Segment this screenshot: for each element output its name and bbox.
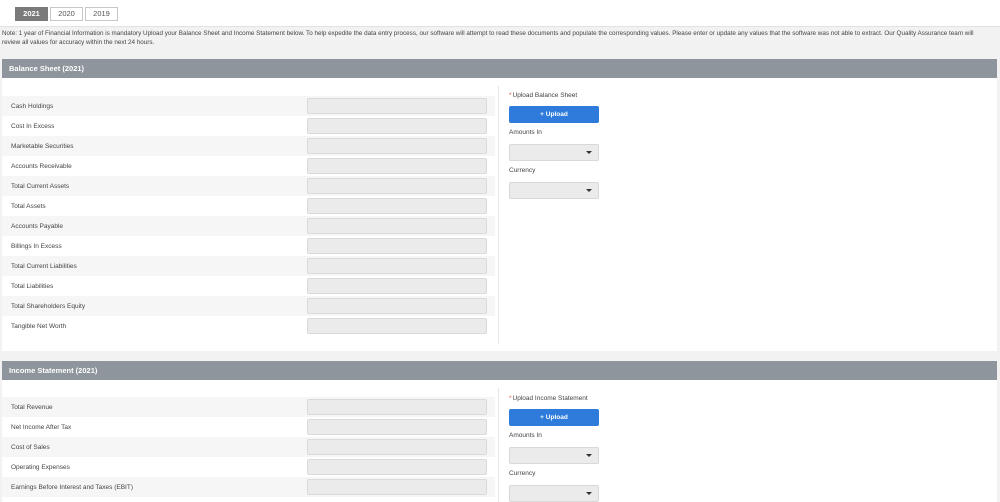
upload-income-statement-button[interactable]: + Upload (509, 409, 599, 426)
total-current-liabilities-input[interactable] (307, 258, 487, 274)
field-row-cost-of-sales: Cost of Sales (2, 437, 495, 457)
amounts-in-label: Amounts In (509, 129, 542, 136)
balance-sheet-header: Balance Sheet (2021) (2, 59, 997, 78)
tab-2020[interactable]: 2020 (50, 7, 83, 21)
total-current-assets-input[interactable] (307, 178, 487, 194)
marketable-securities-input[interactable] (307, 138, 487, 154)
income-statement-upload-panel: *Upload Income Statement + Upload Amount… (509, 395, 599, 502)
field-row-billings-in-excess: Billings In Excess (2, 236, 495, 256)
currency-select[interactable] (509, 182, 599, 199)
field-row-ebit: Earnings Before Interest and Taxes (EBIT… (2, 477, 495, 497)
field-label: Net Income After Tax (11, 423, 72, 431)
currency-label: Currency (509, 167, 536, 174)
field-label: Tangible Net Worth (11, 322, 67, 330)
field-label: Operating Expenses (11, 463, 70, 471)
column-divider (498, 86, 499, 344)
field-row-total-revenue: Total Revenue (2, 397, 495, 417)
operating-expenses-input[interactable] (307, 459, 487, 475)
field-row-tangible-net-worth: Tangible Net Worth (2, 316, 495, 336)
field-label: Accounts Receivable (11, 162, 72, 170)
field-label: Accounts Payable (11, 222, 64, 230)
year-tab-bar: 2021 2020 2019 (0, 0, 1000, 27)
accounts-receivable-input[interactable] (307, 158, 487, 174)
chevron-down-icon (586, 454, 592, 457)
field-label: Cash Holdings (11, 102, 54, 110)
income-statement-header: Income Statement (2021) (2, 361, 997, 380)
total-assets-input[interactable] (307, 198, 487, 214)
chevron-down-icon (586, 151, 592, 154)
income-statement-fields: Total Revenue Net Income After Tax Cost … (2, 397, 495, 497)
column-divider (498, 388, 499, 502)
billings-in-excess-input[interactable] (307, 238, 487, 254)
chevron-down-icon (586, 492, 592, 495)
upload-title-text: Upload Income Statement (512, 395, 588, 402)
ebit-input[interactable] (307, 479, 487, 495)
net-income-after-tax-input[interactable] (307, 419, 487, 435)
amounts-in-select[interactable] (509, 447, 599, 464)
balance-sheet-upload-panel: *Upload Balance Sheet + Upload Amounts I… (509, 92, 599, 199)
tangible-net-worth-input[interactable] (307, 318, 487, 334)
upload-income-statement-label: *Upload Income Statement (509, 395, 599, 407)
cost-in-excess-input[interactable] (307, 118, 487, 134)
upload-balance-sheet-label: *Upload Balance Sheet (509, 92, 599, 104)
year-tabs: 2021 2020 2019 (15, 7, 120, 21)
currency-label: Currency (509, 470, 536, 477)
tab-2021[interactable]: 2021 (15, 7, 48, 21)
field-row-accounts-receivable: Accounts Receivable (2, 156, 495, 176)
field-label: Total Current Assets (11, 182, 70, 190)
currency-select[interactable] (509, 485, 599, 502)
field-label: Total Current Liabilities (11, 262, 77, 270)
field-label: Total Liabilities (11, 282, 54, 290)
cost-of-sales-input[interactable] (307, 439, 487, 455)
cash-holdings-input[interactable] (307, 98, 487, 114)
tab-2019[interactable]: 2019 (85, 7, 118, 21)
field-label: Total Revenue (11, 403, 53, 411)
total-liabilities-input[interactable] (307, 278, 487, 294)
field-label: Billings In Excess (11, 242, 62, 250)
field-row-total-liabilities: Total Liabilities (2, 276, 495, 296)
field-label: Cost In Excess (11, 122, 55, 130)
upload-balance-sheet-button[interactable]: + Upload (509, 106, 599, 123)
chevron-down-icon (586, 189, 592, 192)
required-mark: * (509, 92, 512, 99)
field-row-operating-expenses: Operating Expenses (2, 457, 495, 477)
field-row-total-shareholders-equity: Total Shareholders Equity (2, 296, 495, 316)
field-row-net-income-after-tax: Net Income After Tax (2, 417, 495, 437)
total-revenue-input[interactable] (307, 399, 487, 415)
field-label: Marketable Securities (11, 142, 74, 150)
field-label: Cost of Sales (11, 443, 50, 451)
amounts-in-label: Amounts In (509, 432, 542, 439)
field-label: Total Assets (11, 202, 46, 210)
field-row-accounts-payable: Accounts Payable (2, 216, 495, 236)
field-row-cost-in-excess: Cost In Excess (2, 116, 495, 136)
instructions-note: Note: 1 year of Financial Information is… (2, 30, 974, 46)
income-statement-section: Income Statement (2021) Total Revenue Ne… (2, 361, 997, 502)
accounts-payable-input[interactable] (307, 218, 487, 234)
total-shareholders-equity-input[interactable] (307, 298, 487, 314)
upload-title-text: Upload Balance Sheet (512, 92, 578, 99)
required-mark: * (509, 395, 512, 402)
field-row-total-assets: Total Assets (2, 196, 495, 216)
field-label: Total Shareholders Equity (11, 302, 86, 310)
field-row-total-current-assets: Total Current Assets (2, 176, 495, 196)
amounts-in-select[interactable] (509, 144, 599, 161)
balance-sheet-section: Balance Sheet (2021) Cash Holdings Cost … (2, 59, 997, 351)
field-row-marketable-securities: Marketable Securities (2, 136, 495, 156)
balance-sheet-fields: Cash Holdings Cost In Excess Marketable … (2, 96, 495, 336)
field-row-total-current-liabilities: Total Current Liabilities (2, 256, 495, 276)
field-row-cash-holdings: Cash Holdings (2, 96, 495, 116)
field-label: Earnings Before Interest and Taxes (EBIT… (11, 483, 133, 491)
